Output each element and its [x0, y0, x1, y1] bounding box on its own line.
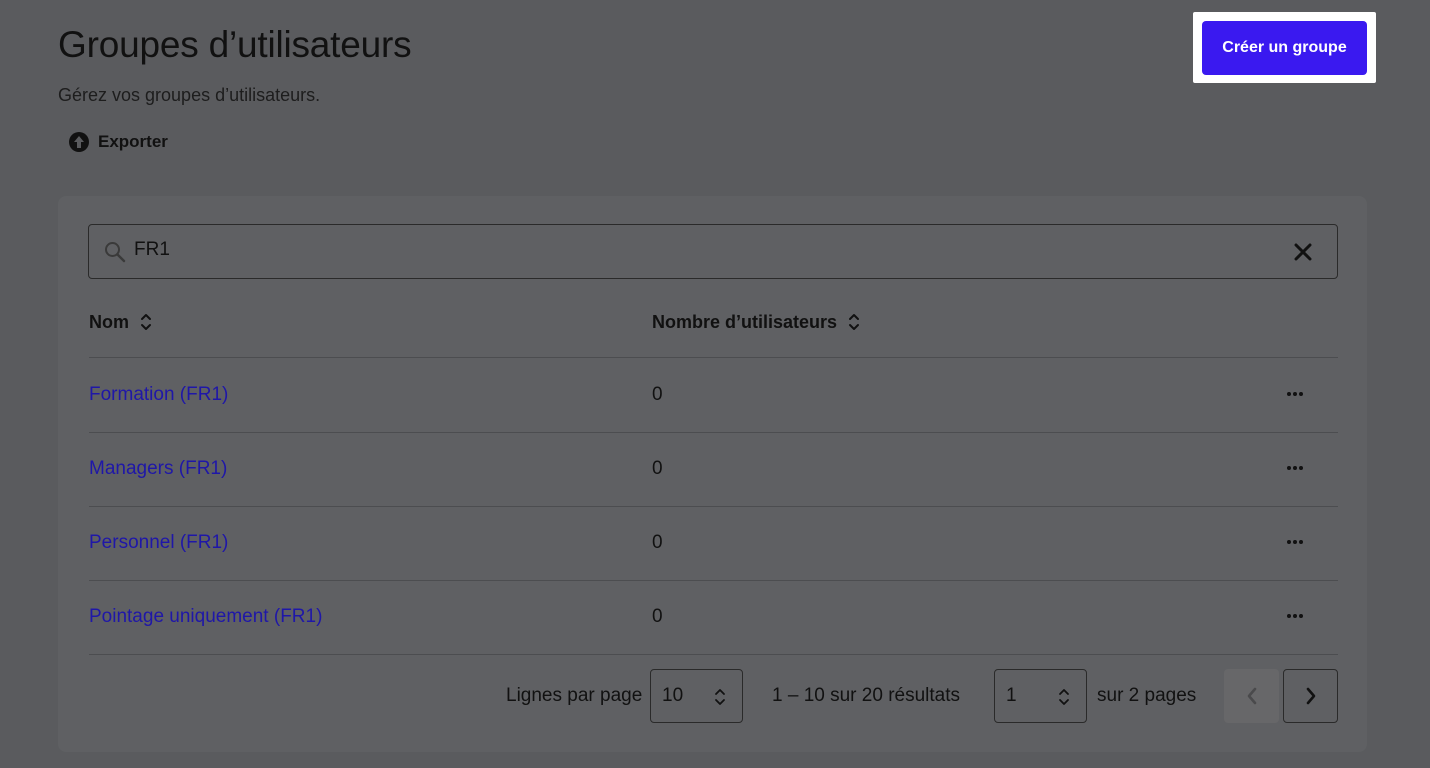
- page-subtitle: Gérez vos groupes d’utilisateurs.: [58, 85, 321, 105]
- chevron-left-icon: [1247, 687, 1256, 705]
- search-field[interactable]: FR1: [88, 224, 1338, 279]
- group-name-link[interactable]: Managers (FR1): [89, 458, 227, 480]
- column-header-name[interactable]: Nom: [89, 311, 153, 333]
- page: Groupes d’utilisateurs Gérez vos groupes…: [0, 0, 1430, 768]
- next-page-button[interactable]: [1283, 669, 1338, 723]
- chevron-right-icon: [1306, 687, 1315, 705]
- page-title: Groupes d’utilisateurs: [58, 24, 412, 65]
- column-header-label: Nom: [89, 311, 129, 332]
- create-button-highlight: Créer un groupe: [1193, 12, 1376, 83]
- select-caret-icon: [715, 689, 725, 705]
- table-row: Personnel (FR1) 0: [89, 507, 1338, 581]
- export-label: Exporter: [98, 132, 168, 151]
- groups-card: FR1 Nom Nombre d’utilisateurs Formation …: [58, 196, 1367, 752]
- column-header-user-count[interactable]: Nombre d’utilisateurs: [652, 311, 861, 333]
- upload-icon: [69, 132, 89, 152]
- more-options-icon[interactable]: [1285, 387, 1305, 401]
- rows-per-page-value: 10: [662, 685, 684, 706]
- total-pages: sur 2 pages: [1097, 685, 1197, 706]
- user-count: 0: [652, 458, 663, 479]
- table-row: Pointage uniquement (FR1) 0: [89, 581, 1338, 655]
- group-name-link[interactable]: Personnel (FR1): [89, 532, 228, 554]
- rows-per-page-select[interactable]: 10: [650, 669, 743, 723]
- export-button[interactable]: Exporter: [68, 131, 168, 153]
- select-caret-icon: [1059, 689, 1069, 705]
- user-count: 0: [652, 384, 663, 405]
- create-group-button[interactable]: Créer un groupe: [1202, 21, 1367, 75]
- user-count: 0: [652, 606, 663, 627]
- search-icon: [105, 242, 126, 263]
- search-input[interactable]: FR1: [134, 239, 170, 261]
- group-name-link[interactable]: Formation (FR1): [89, 384, 228, 406]
- group-name-link[interactable]: Pointage uniquement (FR1): [89, 606, 322, 628]
- sort-icon: [849, 314, 860, 330]
- table-row: Managers (FR1) 0: [89, 433, 1338, 507]
- user-count: 0: [652, 532, 663, 553]
- more-options-icon[interactable]: [1285, 609, 1305, 623]
- table-row: Formation (FR1) 0: [89, 359, 1338, 433]
- pagination: Lignes par page 10 1 – 10 sur 20 résulta…: [58, 669, 1367, 723]
- previous-page-button[interactable]: [1224, 669, 1279, 723]
- rows-per-page-label: Lignes par page: [506, 685, 643, 706]
- results-range: 1 – 10 sur 20 résultats: [772, 685, 960, 706]
- table-header: Nom Nombre d’utilisateurs: [89, 308, 1338, 358]
- clear-search-icon[interactable]: [1293, 242, 1313, 262]
- column-header-label: Nombre d’utilisateurs: [652, 311, 838, 332]
- page-select[interactable]: 1: [994, 669, 1087, 723]
- more-options-icon[interactable]: [1285, 535, 1305, 549]
- sort-icon: [141, 314, 151, 330]
- more-options-icon[interactable]: [1285, 461, 1305, 475]
- current-page-value: 1: [1006, 685, 1017, 706]
